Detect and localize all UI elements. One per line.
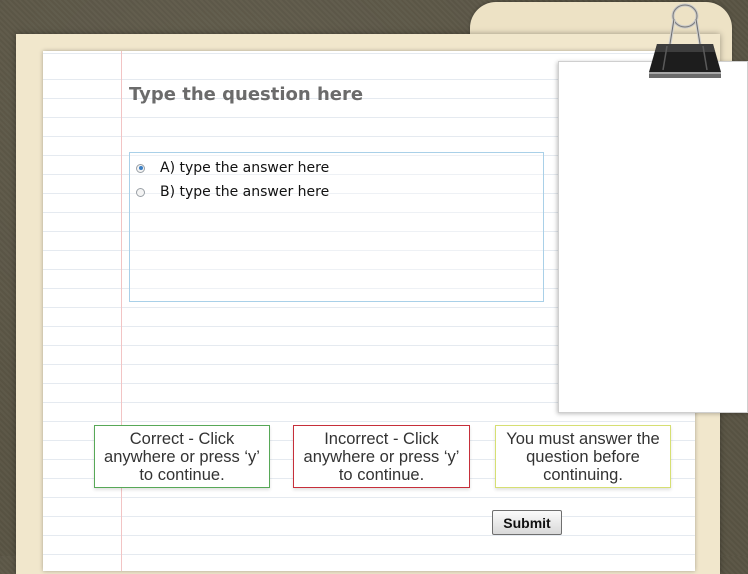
answers-container: A) type the answer here B) type the answ… bbox=[129, 152, 544, 302]
answer-option-b[interactable]: B) type the answer here bbox=[136, 182, 329, 202]
submit-button[interactable]: Submit bbox=[492, 510, 562, 535]
incomplete-feedback-box: You must answer the question before cont… bbox=[495, 425, 671, 488]
question-title: Type the question here bbox=[129, 84, 364, 105]
correct-feedback-box[interactable]: Correct - Click anywhere or press ‘y’ to… bbox=[94, 425, 270, 488]
note-card bbox=[558, 61, 748, 413]
incorrect-feedback-text: Incorrect - Click anywhere or press ‘y’ … bbox=[303, 429, 460, 484]
radio-selected-icon[interactable] bbox=[136, 163, 145, 173]
answer-label-b: B) type the answer here bbox=[160, 184, 330, 200]
incorrect-feedback-box[interactable]: Incorrect - Click anywhere or press ‘y’ … bbox=[293, 425, 470, 488]
correct-feedback-text: Correct - Click anywhere or press ‘y’ to… bbox=[104, 429, 260, 484]
binder-clip-icon bbox=[649, 3, 721, 78]
radio-unselected-icon[interactable] bbox=[136, 187, 145, 197]
paper-margin-line bbox=[121, 51, 122, 571]
answer-label-a: A) type the answer here bbox=[160, 160, 330, 176]
incomplete-feedback-text: You must answer the question before cont… bbox=[506, 429, 660, 484]
answer-option-a[interactable]: A) type the answer here bbox=[136, 158, 329, 178]
